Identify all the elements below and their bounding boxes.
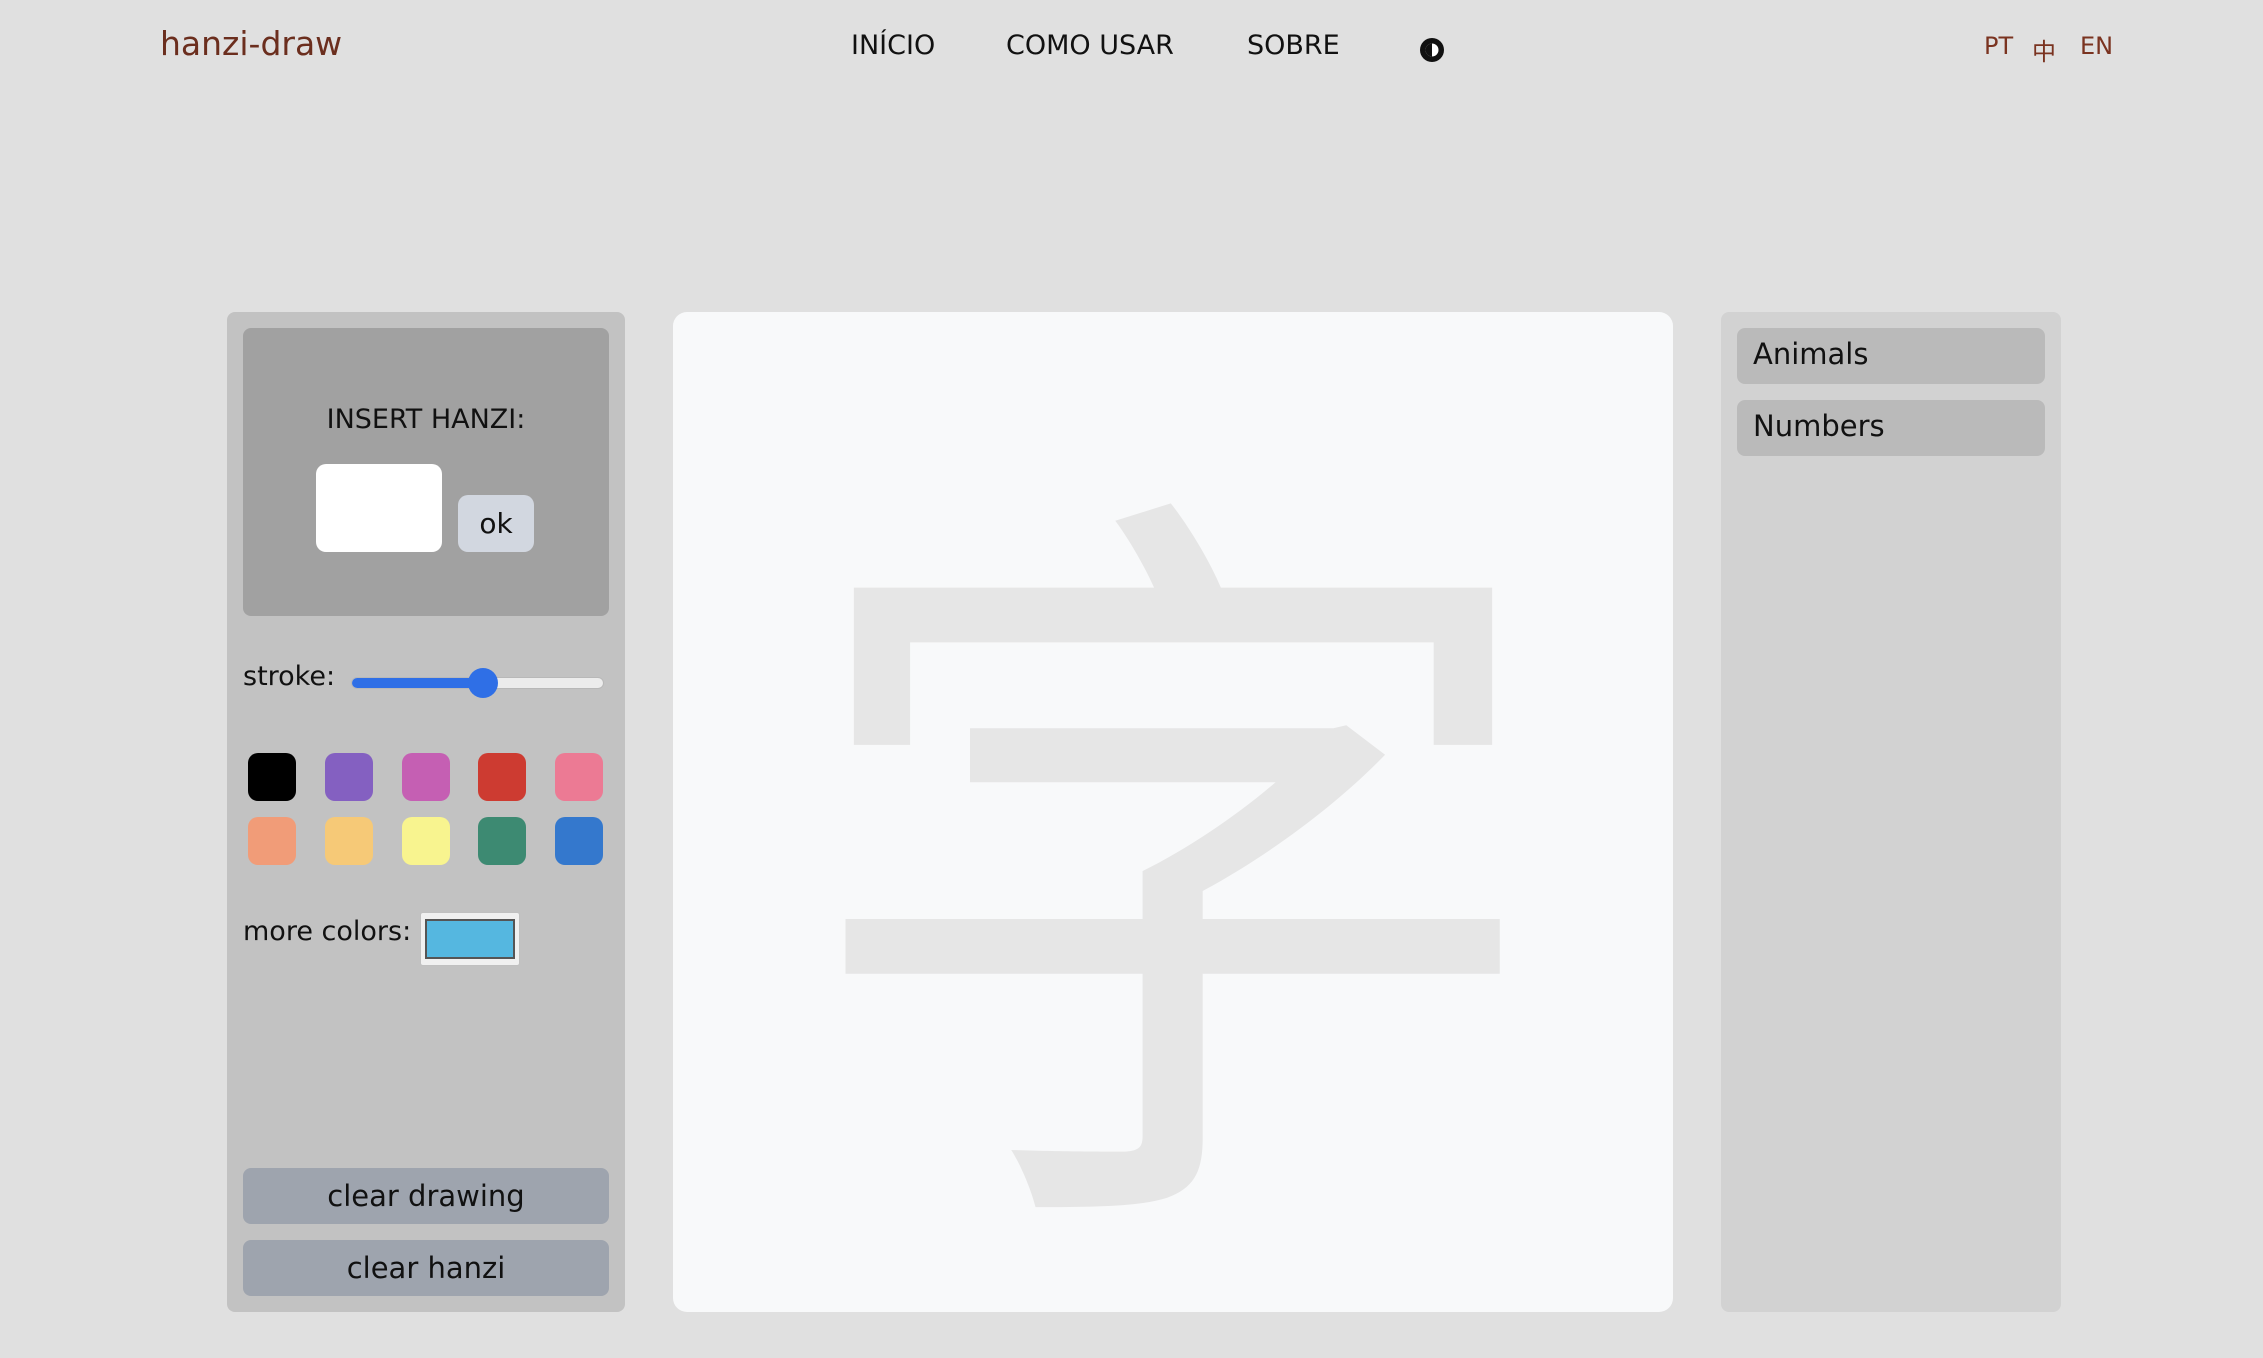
category-animals[interactable]: Animals [1737, 328, 2045, 384]
color-swatch-pink[interactable] [555, 753, 603, 801]
custom-color-picker[interactable] [420, 912, 520, 966]
lang-zh[interactable]: 中 [2032, 32, 2056, 67]
color-swatch-green[interactable] [478, 817, 526, 865]
stroke-slider-fill [352, 678, 483, 688]
clear-hanzi-button[interactable]: clear hanzi [243, 1240, 609, 1296]
categories-panel: Animals Numbers [1721, 312, 2061, 1312]
category-numbers[interactable]: Numbers [1737, 400, 2045, 456]
stroke-slider-thumb[interactable] [467, 668, 498, 698]
custom-color-preview [425, 919, 515, 959]
color-swatch-blue[interactable] [555, 817, 603, 865]
stroke-label: stroke: [243, 661, 336, 692]
color-swatch-orange[interactable] [325, 817, 373, 865]
color-swatch-salmon[interactable] [248, 817, 296, 865]
nav-como-usar[interactable]: COMO USAR [1006, 30, 1174, 61]
lang-pt[interactable]: PT [1984, 32, 2013, 60]
color-swatch-yellow[interactable] [402, 817, 450, 865]
more-colors-label: more colors: [243, 916, 412, 947]
stroke-slider[interactable] [351, 668, 604, 698]
nav-sobre[interactable]: SOBRE [1247, 30, 1340, 61]
hanzi-input[interactable] [316, 464, 442, 552]
guide-character: 字 [793, 443, 1553, 1312]
contrast-icon[interactable] [1419, 37, 1445, 63]
color-swatch-purple[interactable] [325, 753, 373, 801]
lang-en[interactable]: EN [2080, 32, 2113, 60]
color-swatch-black[interactable] [248, 753, 296, 801]
nav-inicio[interactable]: INÍCIO [851, 30, 935, 61]
color-swatch-red[interactable] [478, 753, 526, 801]
drawing-canvas[interactable]: 字 [673, 312, 1673, 1312]
insert-hanzi-label: INSERT HANZI: [326, 404, 526, 435]
color-swatch-magenta[interactable] [402, 753, 450, 801]
tools-panel: INSERT HANZI: ok stroke: more colors: cl… [227, 312, 625, 1312]
app-logo[interactable]: hanzi-draw [160, 24, 342, 63]
insert-hanzi-box: INSERT HANZI: ok [243, 328, 609, 616]
guide-character-svg: 字 [793, 443, 1553, 1312]
clear-drawing-button[interactable]: clear drawing [243, 1168, 609, 1224]
ok-button[interactable]: ok [458, 495, 534, 552]
